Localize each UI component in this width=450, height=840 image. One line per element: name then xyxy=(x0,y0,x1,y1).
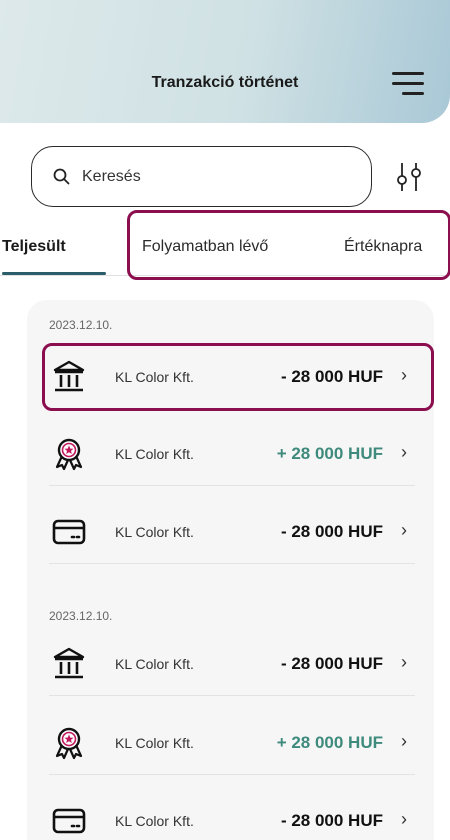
group-date: 2023.12.10. xyxy=(49,609,113,623)
hamburger-menu-icon[interactable] xyxy=(392,72,424,96)
transaction-row[interactable]: KL Color Kft. - 28 000 HUF › xyxy=(49,500,415,564)
merchant-name: KL Color Kft. xyxy=(115,656,194,672)
transaction-row[interactable]: KL Color Kft. + 28 000 HUF › xyxy=(49,711,415,775)
bank-icon xyxy=(53,647,85,679)
amount: - 28 000 HUF xyxy=(280,522,383,541)
merchant-name: KL Color Kft. xyxy=(115,813,194,829)
row-divider xyxy=(49,563,415,564)
search-box[interactable] xyxy=(31,146,372,207)
filter-sliders-icon[interactable] xyxy=(393,161,425,193)
card-icon xyxy=(52,519,86,545)
row-highlight-frame xyxy=(42,343,434,411)
search-input[interactable] xyxy=(82,167,342,186)
merchant-name: KL Color Kft. xyxy=(115,524,194,540)
transaction-row[interactable]: KL Color Kft. - 28 000 HUF › xyxy=(49,789,415,840)
group-date: 2023.12.10. xyxy=(49,318,113,332)
chevron-right-icon: › xyxy=(401,652,407,672)
merchant-name: KL Color Kft. xyxy=(115,446,194,462)
chevron-right-icon: › xyxy=(401,520,407,540)
tab-completed[interactable]: Teljesült xyxy=(2,238,66,256)
row-divider xyxy=(49,695,415,696)
chevron-right-icon: › xyxy=(401,442,407,462)
chevron-right-icon: › xyxy=(401,731,407,751)
amount: - 28 000 HUF xyxy=(280,811,383,830)
award-badge-icon xyxy=(55,438,83,471)
transaction-row[interactable]: KL Color Kft. + 28 000 HUF › xyxy=(49,422,415,486)
amount: - 28 000 HUF xyxy=(280,654,383,673)
award-badge-icon xyxy=(55,727,83,760)
row-divider xyxy=(49,774,415,775)
amount: + 28 000 HUF xyxy=(276,733,383,752)
transaction-row[interactable]: KL Color Kft. - 28 000 HUF › xyxy=(49,632,415,696)
merchant-name: KL Color Kft. xyxy=(115,735,194,751)
tabs-highlight-frame xyxy=(127,210,450,280)
app-header: Tranzakció történet xyxy=(0,0,450,123)
row-divider xyxy=(49,485,415,486)
search-icon xyxy=(53,168,70,184)
amount: + 28 000 HUF xyxy=(276,444,383,463)
page-title: Tranzakció történet xyxy=(151,74,299,91)
chevron-right-icon: › xyxy=(401,809,407,829)
card-icon xyxy=(52,808,86,834)
